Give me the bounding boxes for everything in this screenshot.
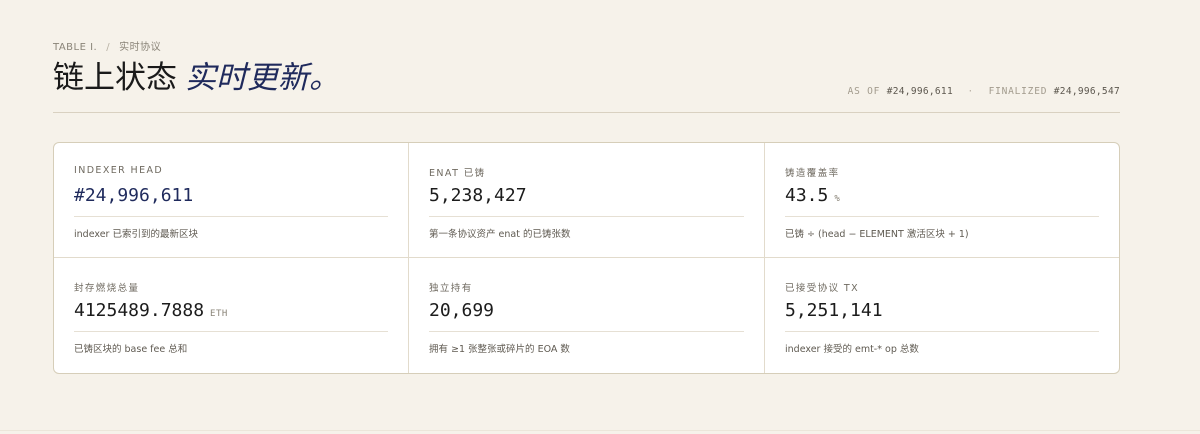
stat-description: 拥有 ≥1 张整张或碎片的 EOA 数 — [429, 344, 570, 355]
stat-unit: ETH — [210, 309, 228, 319]
stat-value: 4125489.7888 ETH — [74, 300, 228, 321]
finalized-label: FINALIZED — [988, 86, 1048, 97]
stat-label: 独立持有 — [429, 283, 473, 294]
stat-label: INDEXER HEAD — [74, 165, 164, 176]
stat-value-number: 43.5 — [785, 185, 829, 206]
stat-card-accepted-tx: 已接受协议 TX 5,251,141 indexer 接受的 emt-* op … — [765, 258, 1119, 373]
stat-description: indexer 已索引到的最新区块 — [74, 229, 198, 240]
eyebrow: TABLE I. / 实时协议 — [53, 38, 161, 53]
stat-label: 铸造覆盖率 — [785, 168, 840, 179]
stat-divider — [785, 216, 1099, 217]
stat-description: indexer 接受的 emt-* op 总数 — [785, 344, 919, 355]
stat-description: 已铸 ÷ (head − ELEMENT 激活区块 + 1) — [785, 229, 969, 240]
header-divider — [53, 112, 1120, 113]
stat-description: 第一条协议资产 enat 的已铸张数 — [429, 229, 571, 240]
eyebrow-separator: / — [106, 42, 111, 53]
eyebrow-table-label: TABLE I. — [53, 42, 98, 53]
stat-unit: % — [834, 194, 841, 204]
stat-divider — [429, 216, 744, 217]
finalized-value: #24,996,547 — [1053, 86, 1120, 97]
page-title: 链上状态 实时更新。 — [53, 58, 340, 98]
status-separator: · — [967, 86, 975, 97]
stat-value-number: 4125489.7888 — [74, 300, 205, 321]
page-title-plain: 链上状态 — [53, 60, 177, 96]
eyebrow-section-label: 实时协议 — [119, 42, 162, 53]
stat-card-enat-minted: ENAT 已铸 5,238,427 第一条协议资产 enat 的已铸张数 — [409, 143, 765, 258]
stat-value: 5,238,427 — [429, 185, 527, 206]
stat-description: 已铸区块的 base fee 总和 — [74, 344, 188, 355]
asof-label: AS OF — [847, 86, 881, 97]
asof-value: #24,996,611 — [886, 86, 953, 97]
stat-divider — [429, 331, 744, 332]
stats-grid: INDEXER HEAD #24,996,611 indexer 已索引到的最新… — [53, 142, 1120, 374]
stat-value: 5,251,141 — [785, 300, 883, 321]
stat-divider — [74, 331, 388, 332]
page-title-accent: 实时更新。 — [185, 60, 340, 96]
stat-card-unique-holders: 独立持有 20,699 拥有 ≥1 张整张或碎片的 EOA 数 — [409, 258, 765, 373]
stat-divider — [785, 331, 1099, 332]
stat-value-number: #24,996,611 — [74, 185, 194, 206]
stat-divider — [74, 216, 388, 217]
stat-value: #24,996,611 — [74, 185, 193, 206]
block-status: AS OF #24,996,611 · FINALIZED #24,996,54… — [848, 86, 1120, 97]
footer-divider — [0, 430, 1200, 431]
stat-value-number: 5,251,141 — [785, 300, 883, 321]
stat-label: 已接受协议 TX — [785, 283, 860, 294]
stat-label: ENAT 已铸 — [429, 168, 486, 179]
stat-card-indexer-head: INDEXER HEAD #24,996,611 indexer 已索引到的最新… — [54, 143, 409, 258]
stat-value-number: 20,699 — [429, 300, 495, 321]
stat-card-mint-coverage: 铸造覆盖率 43.5% 已铸 ÷ (head − ELEMENT 激活区块 + … — [765, 143, 1119, 258]
stat-value: 43.5% — [785, 185, 840, 206]
stat-card-burn-total: 封存燃烧总量 4125489.7888 ETH 已铸区块的 base fee 总和 — [54, 258, 409, 373]
stat-value: 20,699 — [429, 300, 494, 321]
stat-value-number: 5,238,427 — [429, 185, 527, 206]
stat-label: 封存燃烧总量 — [74, 283, 140, 294]
